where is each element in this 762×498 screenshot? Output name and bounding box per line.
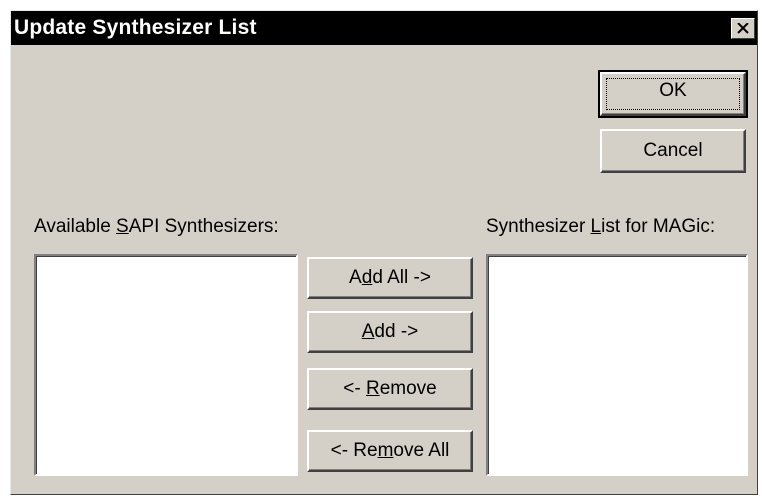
- available-synthesizers-label: Available SAPI Synthesizers:: [34, 216, 279, 237]
- cancel-button[interactable]: Cancel: [600, 129, 746, 173]
- add-button-label: Add ->: [361, 321, 419, 342]
- close-button[interactable]: [731, 18, 755, 39]
- add-button[interactable]: Add ->: [307, 311, 473, 353]
- remove-all-button[interactable]: <- Remove All: [307, 430, 473, 472]
- add-all-button[interactable]: Add All ->: [307, 257, 473, 299]
- dialog-title: Update Synthesizer List: [14, 16, 257, 39]
- synthesizer-list-listbox[interactable]: [486, 254, 748, 476]
- remove-all-button-label: <- Remove All: [330, 440, 450, 461]
- close-icon: [737, 23, 749, 34]
- remove-button[interactable]: <- Remove: [307, 368, 473, 410]
- dialog-window: Update Synthesizer List OK Cancel Availa…: [10, 10, 758, 495]
- add-all-button-label: Add All ->: [349, 267, 431, 288]
- title-bar[interactable]: Update Synthesizer List: [11, 11, 757, 45]
- remove-button-label: <- Remove: [343, 378, 437, 399]
- synthesizer-list-label: Synthesizer List for MAGic:: [486, 216, 716, 237]
- available-synthesizers-listbox[interactable]: [34, 254, 298, 476]
- cancel-button-label: Cancel: [643, 140, 703, 161]
- ok-button-label: OK: [659, 80, 687, 101]
- ok-button[interactable]: OK: [598, 70, 748, 118]
